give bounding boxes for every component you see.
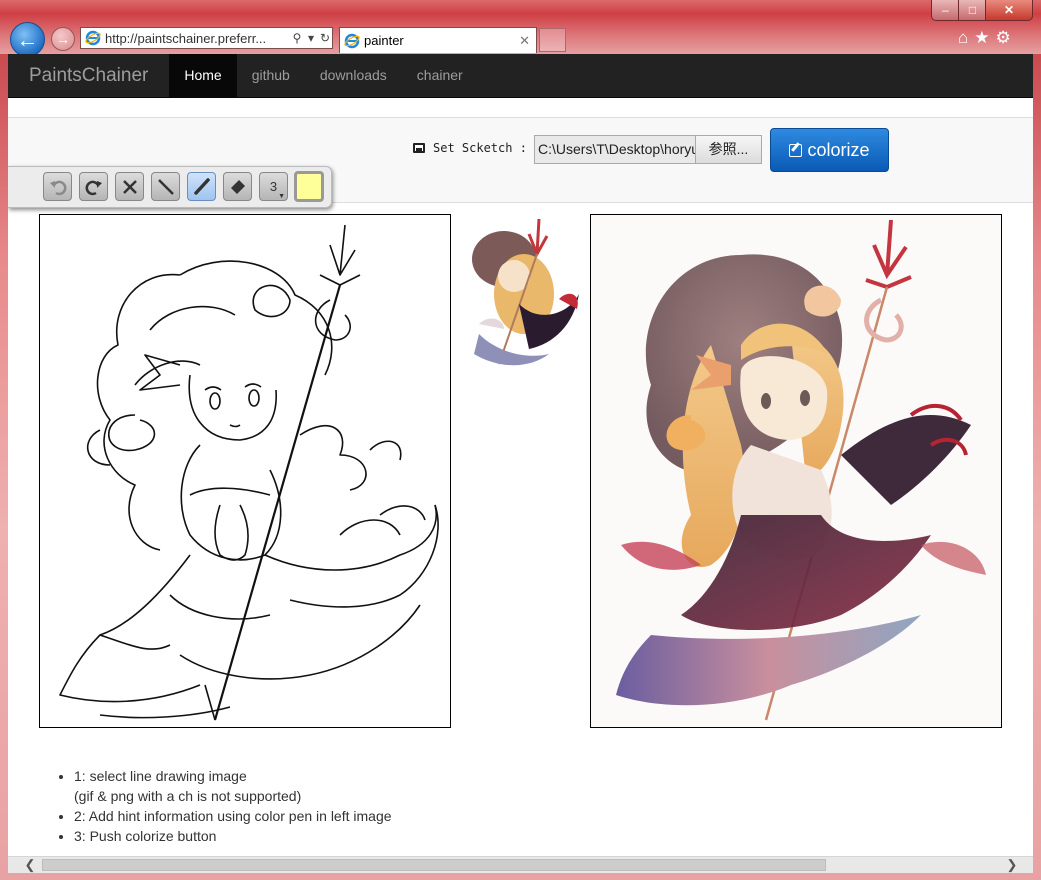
pen-icon: [193, 177, 210, 195]
nav-downloads[interactable]: downloads: [305, 54, 402, 97]
line-tool-button[interactable]: [151, 172, 180, 201]
back-button[interactable]: ←: [10, 22, 45, 57]
thumbnail-illustration: [472, 218, 579, 366]
instruction-step-1-note: (gif & png with a ch is not supported): [74, 788, 302, 804]
nav-chainer[interactable]: chainer: [402, 54, 478, 97]
maximize-button[interactable]: □: [958, 0, 987, 21]
undo-button[interactable]: [43, 172, 72, 201]
eraser-icon: [230, 179, 245, 194]
favorites-star-icon[interactable]: ★: [974, 28, 989, 48]
line-drawing-canvas[interactable]: [39, 214, 451, 728]
refresh-icon[interactable]: ↻: [318, 31, 332, 45]
line-icon: [157, 178, 174, 195]
forward-button[interactable]: →: [51, 27, 75, 51]
nav-home[interactable]: Home: [169, 54, 237, 97]
tab-painter[interactable]: painter ✕: [339, 27, 537, 53]
redo-icon: [85, 180, 102, 195]
browser-toolbar-icons: ⌂ ★ ⚙: [958, 28, 1011, 48]
colorize-button[interactable]: colorize: [770, 128, 889, 172]
address-url[interactable]: http://paintschainer.preferr...: [105, 31, 290, 46]
ie-logo-icon: [344, 33, 360, 48]
clear-button[interactable]: [115, 172, 144, 201]
instruction-step-2: 2: Add hint information using color pen …: [74, 806, 392, 826]
colorized-illustration: [591, 215, 1001, 727]
home-icon[interactable]: ⌂: [958, 28, 968, 48]
tab-close-icon[interactable]: ✕: [519, 33, 530, 49]
address-bar[interactable]: http://paintschainer.preferr... ⚲ ▾ ↻: [80, 27, 333, 49]
chevron-down-icon: ▼: [278, 193, 285, 200]
brush-size-button[interactable]: 3 ▼: [259, 172, 288, 201]
redo-button[interactable]: [79, 172, 108, 201]
tab-title: painter: [364, 33, 404, 48]
pen-tool-button[interactable]: [187, 172, 216, 201]
dropdown-icon[interactable]: ▾: [304, 31, 318, 45]
colorized-thumbnail: [459, 214, 585, 372]
undo-icon: [49, 180, 66, 195]
set-sketch-label: Set Scketch :: [413, 141, 527, 155]
horizontal-scrollbar[interactable]: ❮ ❯: [8, 856, 1033, 873]
nav-github[interactable]: github: [237, 54, 305, 97]
new-tab-button[interactable]: [539, 28, 566, 52]
brand-link[interactable]: PaintsChainer: [8, 54, 169, 97]
line-art-illustration: [59, 224, 439, 721]
colorized-output-canvas: [590, 214, 1002, 728]
scrollbar-thumb[interactable]: [42, 859, 826, 871]
minimize-button[interactable]: –: [931, 0, 960, 21]
gear-icon[interactable]: ⚙: [996, 28, 1011, 48]
color-picker-swatch[interactable]: [294, 171, 324, 202]
instruction-step-1: 1: select line drawing image: [74, 766, 392, 786]
browse-button[interactable]: 参照...: [695, 135, 762, 164]
edit-icon: [789, 143, 803, 157]
arrow-left-icon: ←: [16, 26, 39, 52]
navbar: PaintsChainer Home github downloads chai…: [8, 54, 1033, 98]
colorize-label: colorize: [807, 139, 870, 160]
set-sketch-text: Set Scketch :: [433, 141, 527, 155]
scroll-right-icon[interactable]: ❯: [1004, 857, 1020, 873]
file-path-field[interactable]: C:\Users\T\Desktop\horyu: [534, 135, 696, 164]
arrow-right-icon: →: [56, 31, 70, 47]
page-content: PaintsChainer Home github downloads chai…: [8, 54, 1033, 856]
instructions: 1: select line drawing image (gif & png …: [56, 766, 392, 846]
drawing-toolbar: 3 ▼: [8, 166, 332, 208]
picture-icon: [413, 143, 425, 153]
ie-logo-icon: [85, 30, 101, 46]
eraser-tool-button[interactable]: [223, 172, 252, 201]
search-icon[interactable]: ⚲: [290, 31, 304, 45]
close-window-button[interactable]: ✕: [985, 0, 1033, 21]
instruction-step-3: 3: Push colorize button: [74, 826, 392, 846]
brush-size-value: 3: [269, 179, 278, 194]
scroll-left-icon[interactable]: ❮: [22, 857, 38, 873]
clear-icon: [122, 179, 137, 194]
